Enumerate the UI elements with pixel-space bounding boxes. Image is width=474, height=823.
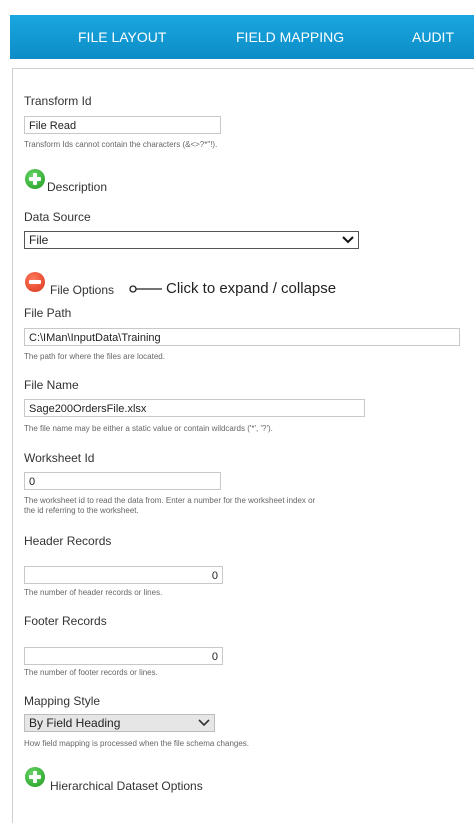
- transform-id-input[interactable]: File Read: [24, 116, 221, 134]
- mapping-style-value: By Field Heading: [29, 716, 121, 730]
- file-path-input[interactable]: C:\IMan\InputData\Training: [24, 328, 460, 346]
- header-records-help: The number of header records or lines.: [24, 588, 163, 597]
- description-toggle-label[interactable]: Description: [47, 180, 107, 194]
- file-name-input[interactable]: Sage200OrdersFile.xlsx: [24, 399, 365, 417]
- file-path-help: The path for where the files are located…: [24, 352, 165, 361]
- transform-id-help: Transform Ids cannot contain the charact…: [24, 140, 218, 149]
- worksheet-id-label: Worksheet Id: [24, 451, 95, 465]
- file-options-toggle-label[interactable]: File Options: [50, 283, 114, 297]
- hierarchical-toggle-label[interactable]: Hierarchical Dataset Options: [50, 779, 203, 793]
- header-records-input[interactable]: 0: [24, 566, 223, 584]
- description-expand-icon[interactable]: [25, 169, 45, 189]
- tab-file-layout[interactable]: FILE LAYOUT: [78, 15, 166, 59]
- data-source-select[interactable]: File: [24, 231, 359, 249]
- chevron-down-icon: [198, 719, 210, 727]
- data-source-label: Data Source: [24, 210, 91, 224]
- worksheet-id-help-line2: the id referring to the worksheet.: [24, 506, 139, 515]
- tab-audit[interactable]: AUDIT: [412, 15, 454, 59]
- file-path-label: File Path: [24, 306, 72, 320]
- footer-records-help: The number of footer records or lines.: [24, 668, 158, 677]
- transform-id-label: Transform Id: [24, 94, 92, 108]
- mapping-style-select[interactable]: By Field Heading: [24, 714, 215, 732]
- file-name-help: The file name may be either a static val…: [24, 424, 273, 433]
- mapping-style-label: Mapping Style: [24, 694, 101, 708]
- file-options-collapse-icon[interactable]: [25, 272, 45, 292]
- chevron-down-icon: [342, 236, 354, 244]
- worksheet-id-help-line1: The worksheet id to read the data from. …: [24, 496, 316, 505]
- hierarchical-expand-icon[interactable]: [25, 767, 45, 787]
- file-name-label: File Name: [24, 378, 79, 392]
- worksheet-id-input[interactable]: 0: [24, 472, 221, 490]
- footer-records-label: Footer Records: [24, 614, 107, 628]
- annotation-arrow-icon: [129, 285, 162, 293]
- header-records-label: Header Records: [24, 534, 112, 548]
- annotation-text: Click to expand / collapse: [166, 280, 337, 297]
- tab-bar: FILE LAYOUT FIELD MAPPING AUDIT: [10, 15, 474, 59]
- mapping-style-help: How field mapping is processed when the …: [24, 739, 250, 748]
- data-source-value: File: [29, 233, 49, 247]
- tab-field-mapping[interactable]: FIELD MAPPING: [236, 15, 344, 59]
- footer-records-input[interactable]: 0: [24, 647, 223, 665]
